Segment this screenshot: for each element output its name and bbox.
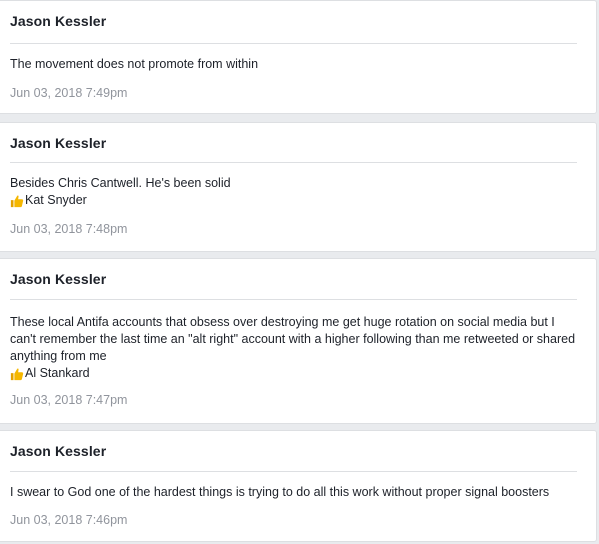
message-body: Besides Chris Cantwell. He's been solid …	[10, 175, 584, 209]
like-row: Al Stankard	[10, 365, 584, 382]
message-feed: Jason Kessler The movement does not prom…	[0, 0, 599, 544]
divider	[10, 43, 577, 44]
author-name: Jason Kessler	[10, 443, 107, 459]
divider	[10, 471, 577, 472]
message-text: Besides Chris Cantwell. He's been solid	[10, 176, 231, 190]
message-text: These local Antifa accounts that obsess …	[10, 315, 576, 363]
author-name: Jason Kessler	[10, 13, 107, 29]
message-text: I swear to God one of the hardest things…	[10, 485, 550, 499]
timestamp: Jun 03, 2018 7:46pm	[10, 513, 128, 527]
like-row: Kat Snyder	[10, 192, 584, 209]
message-card: Jason Kessler I swear to God one of the …	[0, 430, 597, 542]
author-name: Jason Kessler	[10, 271, 107, 287]
timestamp: Jun 03, 2018 7:49pm	[10, 86, 128, 100]
timestamp: Jun 03, 2018 7:48pm	[10, 222, 128, 236]
divider	[10, 299, 577, 300]
divider	[10, 162, 577, 163]
thumbs-up-icon	[10, 368, 24, 380]
message-card: Jason Kessler Besides Chris Cantwell. He…	[0, 122, 597, 252]
message-card: Jason Kessler The movement does not prom…	[0, 0, 597, 114]
message-card: Jason Kessler These local Antifa account…	[0, 258, 597, 424]
timestamp: Jun 03, 2018 7:47pm	[10, 393, 128, 407]
like-name[interactable]: Al Stankard	[25, 365, 90, 382]
author-name: Jason Kessler	[10, 135, 107, 151]
message-body: These local Antifa accounts that obsess …	[10, 314, 584, 382]
message-text: The movement does not promote from withi…	[10, 57, 259, 71]
like-name[interactable]: Kat Snyder	[25, 192, 87, 209]
thumbs-up-icon	[10, 195, 24, 207]
